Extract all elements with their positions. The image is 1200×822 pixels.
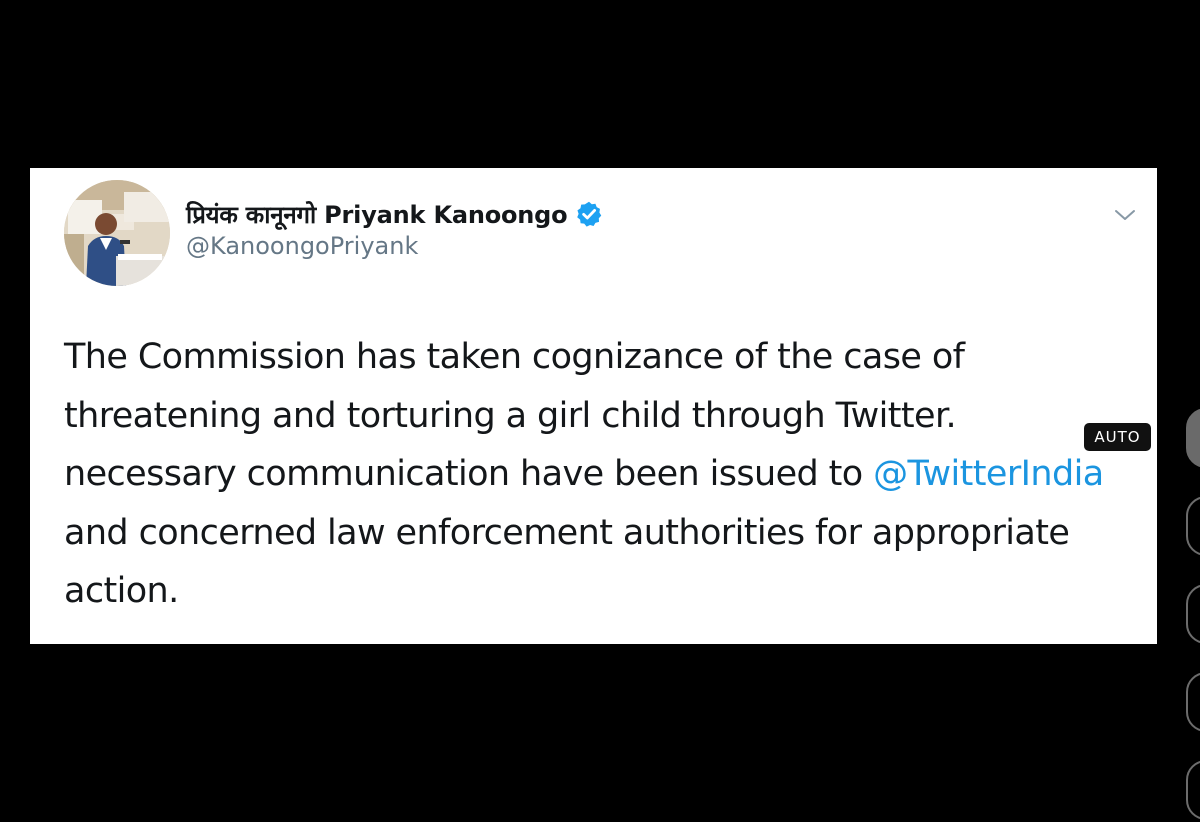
- side-scroll-indicator[interactable]: [1186, 584, 1200, 644]
- tweet-text-line-2: threatening and torturing a girl child t…: [64, 395, 957, 436]
- display-name[interactable]: प्रियंक कानूनगो Priyank Kanoongo: [186, 198, 568, 231]
- display-name-row: प्रियंक कानूनगो Priyank Kanoongo: [186, 196, 603, 232]
- side-scroll-indicator[interactable]: [1186, 496, 1200, 556]
- tweet-text: The Commission has taken cognizance of t…: [64, 328, 1144, 621]
- auto-badge[interactable]: AUTO: [1084, 423, 1151, 451]
- tweet-card: प्रियंक कानूनगो Priyank Kanoongo @Kanoon…: [30, 168, 1157, 644]
- side-scroll-indicator[interactable]: [1186, 408, 1200, 468]
- side-scroll-indicator[interactable]: [1186, 760, 1200, 820]
- user-handle[interactable]: @KanoongoPriyank: [186, 232, 418, 260]
- mention-link-twitterindia[interactable]: @TwitterIndia: [873, 454, 1104, 494]
- chevron-down-icon[interactable]: [1112, 202, 1138, 228]
- tweet-text-line-3: necessary communication have been issued…: [64, 445, 1144, 504]
- avatar-photo: [64, 180, 170, 286]
- tweet-text-line-5: action.: [64, 571, 179, 611]
- tweet-text-line-3-text: necessary communication have been issued…: [64, 454, 874, 494]
- verified-badge-icon: [575, 200, 603, 228]
- screen: प्रियंक कानूनगो Priyank Kanoongo @Kanoon…: [0, 0, 1200, 822]
- side-scroll-indicator[interactable]: [1186, 672, 1200, 732]
- avatar[interactable]: [64, 180, 170, 286]
- tweet-text-line-4: and concerned law enforcement authoritie…: [64, 512, 1070, 553]
- tweet-text-line-1: The Commission has taken cognizance of t…: [64, 337, 965, 377]
